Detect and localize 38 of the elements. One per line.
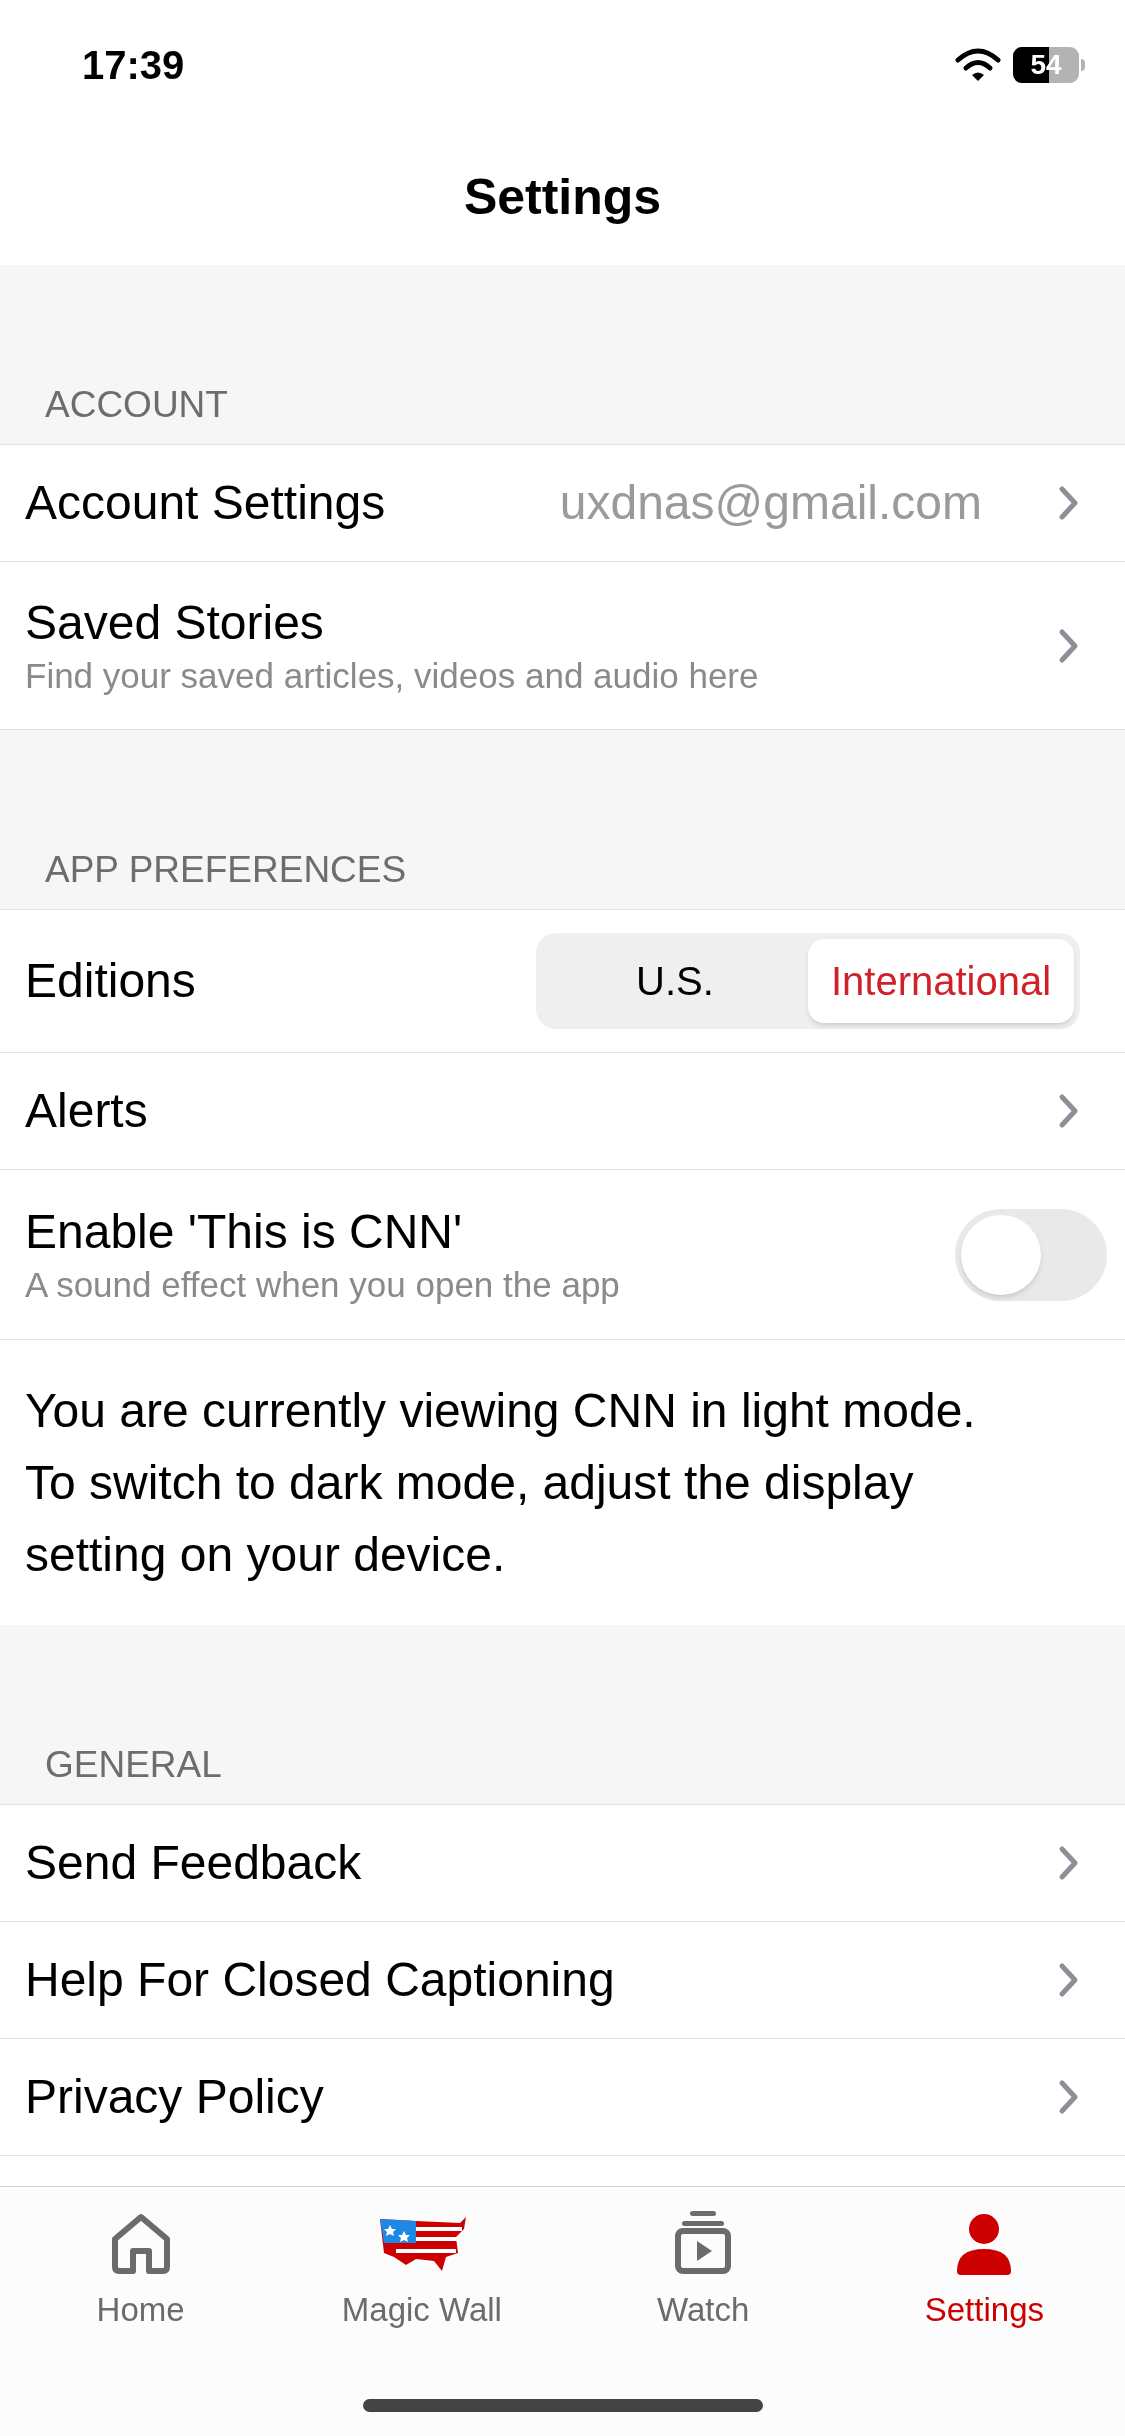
row-label: Privacy Policy xyxy=(25,2069,325,2125)
chevron-right-icon xyxy=(1058,627,1080,664)
row-label: Alerts xyxy=(25,1083,149,1139)
row-label: Account Settings xyxy=(25,475,387,531)
row-label: Editions xyxy=(25,953,197,1009)
tab-bar-item[interactable]: Settings xyxy=(843,2209,1125,2335)
section-header: APP PREFERENCES xyxy=(45,847,407,892)
tab-bar-item[interactable]: Home xyxy=(0,2209,282,2335)
row-label: Send Feedback xyxy=(25,1835,363,1891)
display-mode-note: You are currently viewing CNN in light mode. To switch to dark mode, adjust the display setting on your device. xyxy=(25,1382,977,1583)
settings-row[interactable]: Help For Closed Captioning xyxy=(0,1922,1125,2039)
segment-option[interactable]: U.S. xyxy=(542,939,808,1023)
segment-option[interactable]: International xyxy=(808,939,1074,1023)
section-header: GENERAL xyxy=(45,1742,222,1787)
section-header: ACCOUNT xyxy=(45,382,228,427)
row-label: Enable 'This is CNN' xyxy=(25,1203,464,1260)
tab-bar-item[interactable]: Watch xyxy=(562,2209,844,2335)
chevron-right-icon xyxy=(1058,1093,1080,1129)
account-email: uxdnas@gmail.com xyxy=(559,475,982,531)
chevron-right-icon xyxy=(1058,1962,1080,1998)
person-icon xyxy=(955,2213,1014,2275)
chevron-right-icon xyxy=(1058,485,1080,521)
settings-row[interactable]: Alerts xyxy=(0,1053,1125,1170)
row-subtitle: Find your saved articles, videos and audio here xyxy=(25,654,760,697)
tab-bar-item[interactable]: Magic Wall xyxy=(281,2209,563,2335)
row-subtitle: A sound effect when you open the app xyxy=(25,1263,621,1306)
status-time: 17:39 xyxy=(82,42,185,89)
chevron-right-icon xyxy=(1058,2079,1080,2115)
wifi-icon xyxy=(955,48,1001,82)
settings-row[interactable]: Send Feedback xyxy=(0,1805,1125,1922)
row-label: Help For Closed Captioning xyxy=(25,1952,616,2008)
page-title: Settings xyxy=(463,168,662,227)
row-label: Saved Stories xyxy=(25,594,325,651)
settings-row[interactable]: Privacy Policy xyxy=(0,2039,1125,2156)
settings-row[interactable]: Account Settings uxdnas@gmail.com xyxy=(0,445,1125,562)
settings-row[interactable]: Saved Stories Find your saved articles, videos and audio here xyxy=(0,562,1125,730)
chevron-right-icon xyxy=(1058,1845,1080,1881)
video-stack-icon xyxy=(674,2209,733,2275)
